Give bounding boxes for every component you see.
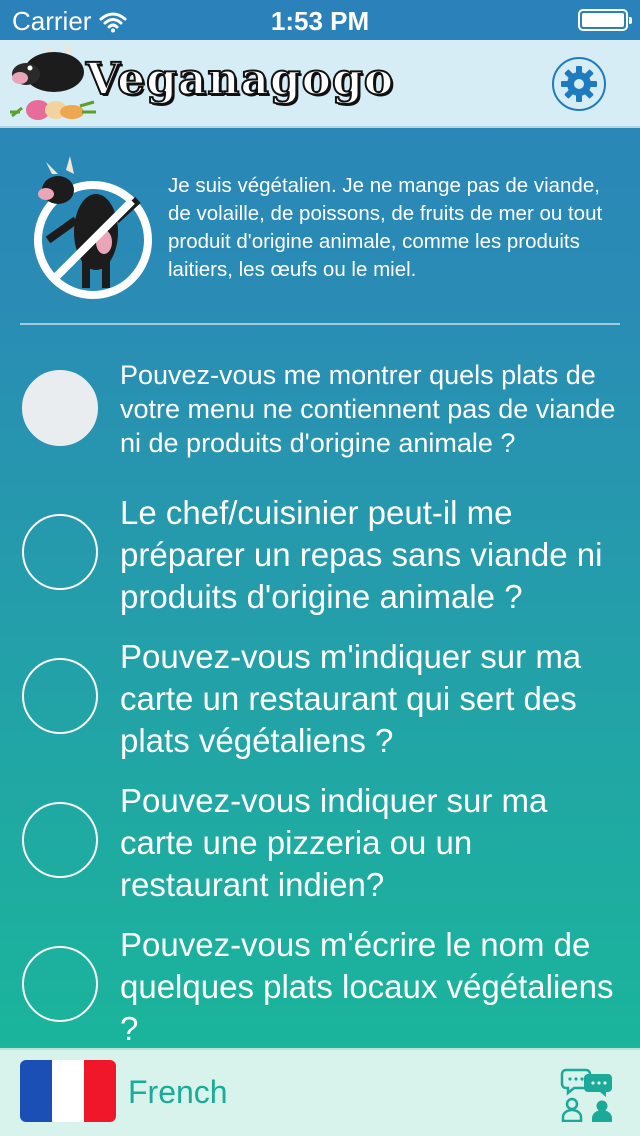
question-text: Pouvez-vous m'indiquer sur ma carte un r… [120, 638, 582, 759]
french-flag-icon[interactable] [20, 1060, 116, 1122]
language-footer: French [0, 1048, 640, 1136]
divider [20, 323, 620, 325]
battery-icon [578, 9, 632, 31]
question-item[interactable]: Pouvez-vous indiquer sur ma carte une pi… [0, 778, 640, 908]
question-item[interactable]: Le chef/cuisinier peut-il me préparer un… [0, 490, 640, 620]
radio-button[interactable] [22, 514, 98, 590]
settings-button[interactable] [552, 57, 606, 111]
intro-statement: Je suis végétalien. Je ne mange pas de v… [168, 174, 603, 281]
status-time: 1:53 PM [270, 6, 370, 36]
question-text: Pouvez-vous me montrer quels plats de vo… [120, 360, 616, 458]
question-text: Pouvez-vous indiquer sur ma carte une pi… [120, 782, 548, 903]
radio-button[interactable] [22, 370, 98, 446]
language-label[interactable]: French [128, 1074, 228, 1111]
radio-button[interactable] [22, 946, 98, 1022]
intro-section: Je suis végétalien. Je ne mange pas de v… [0, 140, 640, 310]
app-name: Veganagogo [85, 53, 395, 106]
chat-people-icon[interactable] [560, 1066, 616, 1122]
gear-icon [561, 66, 597, 102]
status-bar: Carrier 1:53 PM [0, 0, 640, 40]
question-text: Pouvez-vous m'écrire le nom de quelques … [120, 926, 614, 1047]
question-item[interactable]: Pouvez-vous m'indiquer sur ma carte un r… [0, 634, 640, 764]
radio-button[interactable] [22, 802, 98, 878]
no-animal-products-icon [34, 156, 152, 299]
app-header: Veganagogo [0, 40, 640, 128]
question-text: Le chef/cuisinier peut-il me préparer un… [120, 494, 603, 615]
radio-button[interactable] [22, 658, 98, 734]
question-item[interactable]: Pouvez-vous m'écrire le nom de quelques … [0, 922, 640, 1048]
question-item[interactable]: Pouvez-vous me montrer quels plats de vo… [0, 356, 640, 466]
cow-logo-icon [10, 42, 96, 120]
